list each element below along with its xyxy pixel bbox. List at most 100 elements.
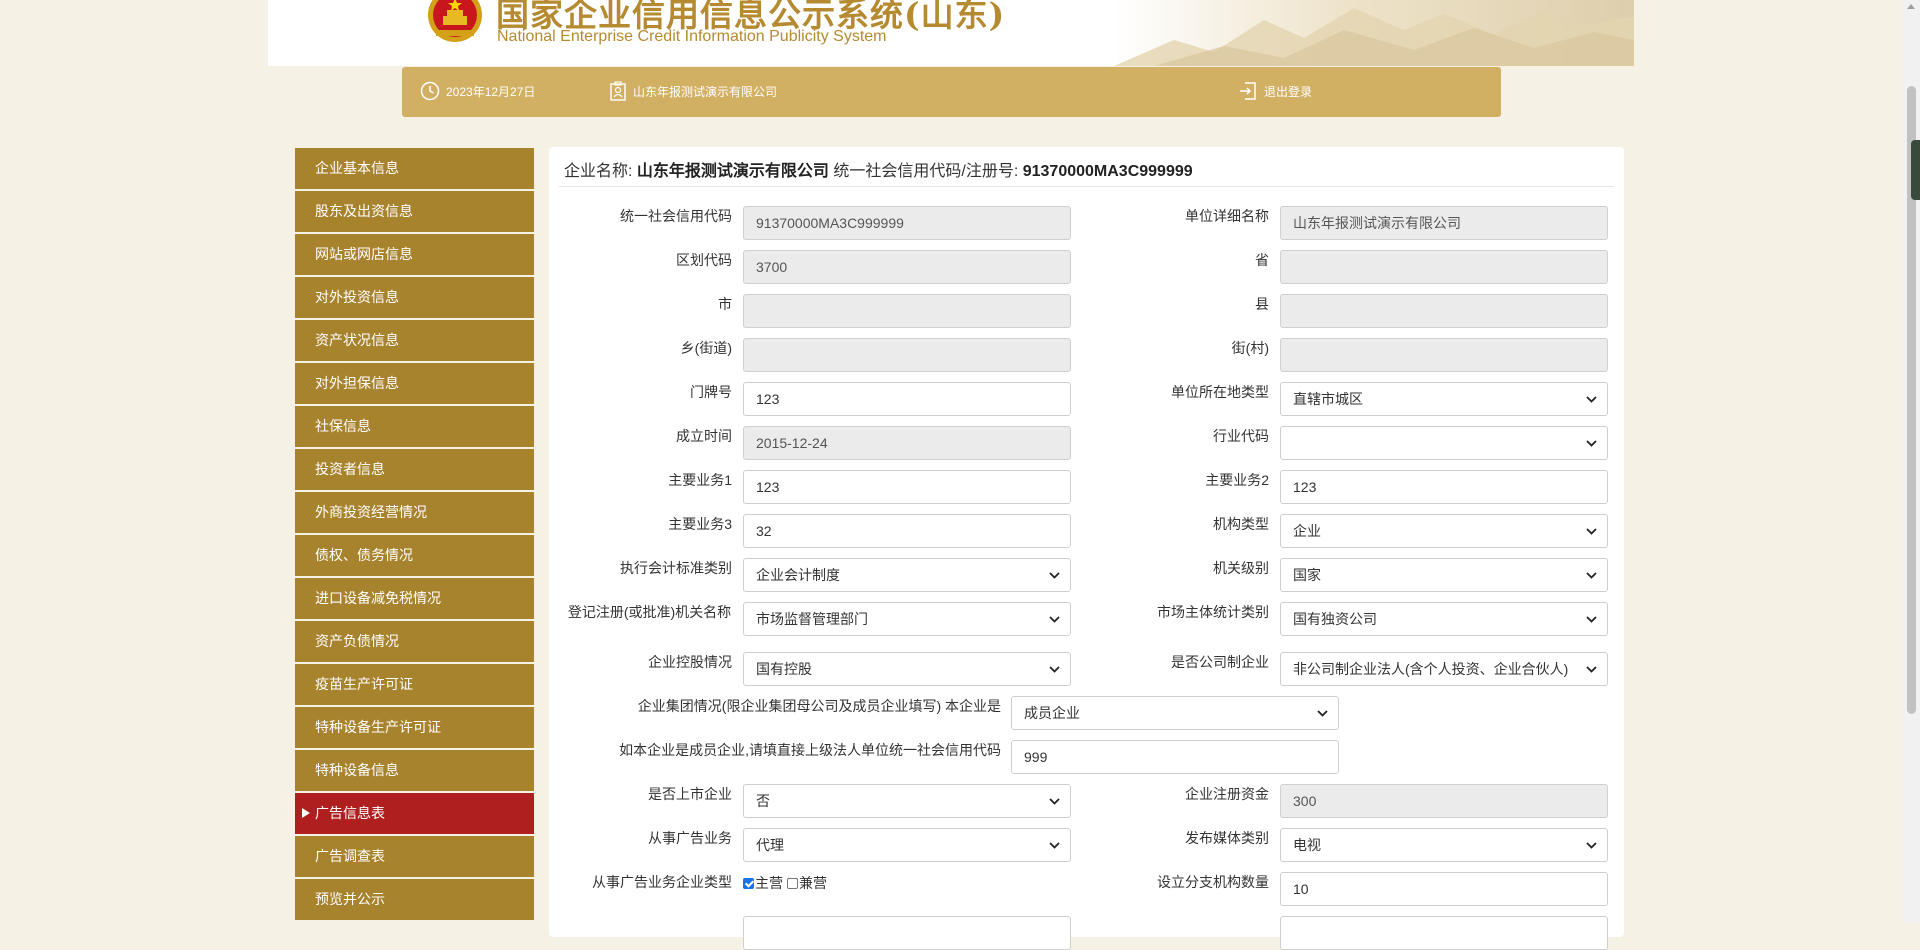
label-ad-company-type: 从事广告业务企业类型	[592, 874, 732, 890]
credit-code-field[interactable]: 91370000MA3C999999	[743, 206, 1071, 240]
side-business-label: 兼营	[799, 875, 827, 891]
sidebar-item-import-tax[interactable]: 进口设备减免税情况	[295, 578, 534, 619]
house-no-input[interactable]: 123	[743, 382, 1071, 416]
holding-select[interactable]: 国有控股	[743, 652, 1071, 686]
label-reg-capital: 企业注册资金	[1185, 786, 1269, 802]
sidebar-item-websites[interactable]: 网站或网店信息	[295, 234, 534, 275]
sidebar-item-debts[interactable]: 债权、债务情况	[295, 535, 534, 576]
business3-input[interactable]: 32	[743, 514, 1071, 548]
chevron-down-icon	[1317, 710, 1328, 717]
group-select[interactable]: 成员企业	[1011, 696, 1339, 730]
page-scrollbar[interactable]	[1903, 0, 1920, 923]
label-house-no: 门牌号	[690, 384, 732, 400]
sidebar-nav: 企业基本信息 股东及出资信息 网站或网店信息 对外投资信息 资产状况信息 对外担…	[295, 148, 534, 922]
mountain-background	[1114, 0, 1634, 66]
logged-company: 山东年报测试演示有限公司	[633, 84, 778, 99]
sidebar-item-label: 对外投资信息	[315, 289, 399, 305]
found-date-field[interactable]: 2015-12-24	[743, 426, 1071, 460]
sidebar-item-ad-info[interactable]: 广告信息表	[295, 793, 534, 834]
org-type-select[interactable]: 企业	[1280, 514, 1608, 548]
region-code-field[interactable]: 3700	[743, 250, 1071, 284]
sidebar-item-ad-survey[interactable]: 广告调查表	[295, 836, 534, 877]
current-date: 2023年12月27日	[446, 84, 536, 99]
listed-select[interactable]: 否	[743, 784, 1071, 818]
sidebar-item-basic-info[interactable]: 企业基本信息	[295, 148, 534, 189]
credit-code-label: 统一社会信用代码/注册号:	[833, 163, 1019, 180]
clock-icon	[420, 81, 440, 101]
sidebar-item-preview-publish[interactable]: 预览并公示	[295, 879, 534, 920]
label-reg-authority: 登记注册(或批准)机关名称	[567, 604, 732, 620]
sidebar-item-balance-sheet[interactable]: 资产负债情况	[295, 621, 534, 662]
sidebar-item-label: 特种设备信息	[315, 762, 399, 778]
label-credit-code: 统一社会信用代码	[620, 208, 732, 224]
is-company-select[interactable]: 非公司制企业法人(含个人投资、企业合伙人)	[1280, 652, 1608, 686]
label-holding: 企业控股情况	[648, 654, 732, 670]
accounting-select[interactable]: 企业会计制度	[743, 558, 1071, 592]
industry-code-select[interactable]	[1280, 426, 1608, 460]
sidebar-item-label: 投资者信息	[315, 461, 385, 477]
label-street: 街(村)	[1231, 340, 1269, 356]
media-type-select[interactable]: 电视	[1280, 828, 1608, 862]
sidebar-item-label: 网站或网店信息	[315, 246, 413, 262]
label-org-type: 机构类型	[1213, 516, 1269, 532]
township-field[interactable]	[743, 338, 1071, 372]
reg-authority-select[interactable]: 市场监督管理部门	[743, 602, 1071, 636]
label-media-type: 发布媒体类别	[1185, 830, 1269, 846]
sidebar-item-label: 债权、债务情况	[315, 547, 413, 563]
sidebar-item-label: 企业基本信息	[315, 160, 399, 176]
next-row-right-field[interactable]	[1280, 916, 1608, 950]
scroll-up-arrow-icon[interactable]	[1907, 4, 1915, 9]
label-business1: 主要业务1	[668, 472, 732, 488]
label-city: 市	[718, 296, 732, 312]
sidebar-item-guarantees[interactable]: 对外担保信息	[295, 363, 534, 404]
city-field[interactable]	[743, 294, 1071, 328]
sidebar-item-shareholders[interactable]: 股东及出资信息	[295, 191, 534, 232]
extension-badge[interactable]	[1911, 140, 1920, 200]
org-level-select[interactable]: 国家	[1280, 558, 1608, 592]
business1-input[interactable]: 123	[743, 470, 1071, 504]
branch-count-input[interactable]: 10	[1280, 872, 1608, 906]
sidebar-item-special-equipment-license[interactable]: 特种设备生产许可证	[295, 707, 534, 748]
label-group: 企业集团情况(限企业集团母公司及成员企业填写) 本企业是	[637, 698, 1001, 714]
logout-button[interactable]: 退出登录	[1238, 81, 1312, 101]
location-type-select[interactable]: 直辖市城区	[1280, 382, 1608, 416]
chevron-down-icon	[1586, 396, 1597, 403]
ad-business-select[interactable]: 代理	[743, 828, 1071, 862]
sidebar-item-assets[interactable]: 资产状况信息	[295, 320, 534, 361]
chevron-down-icon	[1049, 798, 1060, 805]
chevron-down-icon	[1049, 842, 1060, 849]
market-stat-select[interactable]: 国有独资公司	[1280, 602, 1608, 636]
info-bar: 2023年12月27日 山东年报测试演示有限公司 退出登录	[402, 67, 1501, 117]
header-banner: 国家企业信用信息公示系统(山东) National Enterprise Cre…	[268, 0, 1634, 66]
national-emblem-icon	[426, 0, 484, 44]
province-field[interactable]	[1280, 250, 1608, 284]
side-business-checkbox[interactable]	[787, 877, 798, 889]
unit-name-field[interactable]: 山东年报测试演示有限公司	[1280, 206, 1608, 240]
sidebar-item-special-equipment[interactable]: 特种设备信息	[295, 750, 534, 791]
parent-code-input[interactable]: 999	[1011, 740, 1339, 774]
chevron-down-icon	[1586, 572, 1597, 579]
label-accounting: 执行会计标准类别	[620, 560, 732, 576]
sidebar-item-label: 进口设备减免税情况	[315, 590, 441, 606]
reg-capital-field[interactable]: 300	[1280, 784, 1608, 818]
sidebar-item-label: 广告信息表	[315, 805, 385, 821]
next-row-left-field[interactable]	[743, 916, 1071, 950]
sidebar-item-label: 特种设备生产许可证	[315, 719, 441, 735]
sidebar-item-label: 外商投资经营情况	[315, 504, 427, 520]
sidebar-item-investors[interactable]: 投资者信息	[295, 449, 534, 490]
county-field[interactable]	[1280, 294, 1608, 328]
main-business-label: 主营	[755, 875, 783, 891]
sidebar-item-social-security[interactable]: 社保信息	[295, 406, 534, 447]
main-business-checkbox[interactable]	[743, 877, 754, 889]
chevron-down-icon	[1586, 616, 1597, 623]
sidebar-item-label: 社保信息	[315, 418, 371, 434]
street-field[interactable]	[1280, 338, 1608, 372]
business2-input[interactable]: 123	[1280, 470, 1608, 504]
label-parent-code: 如本企业是成员企业,请填直接上级法人单位统一社会信用代码	[619, 742, 1001, 758]
logout-label: 退出登录	[1264, 84, 1313, 99]
sidebar-item-investments[interactable]: 对外投资信息	[295, 277, 534, 318]
label-unit-name: 单位详细名称	[1185, 208, 1269, 224]
label-county: 县	[1255, 296, 1269, 312]
sidebar-item-foreign-investment[interactable]: 外商投资经营情况	[295, 492, 534, 533]
sidebar-item-vaccine-license[interactable]: 疫苗生产许可证	[295, 664, 534, 705]
